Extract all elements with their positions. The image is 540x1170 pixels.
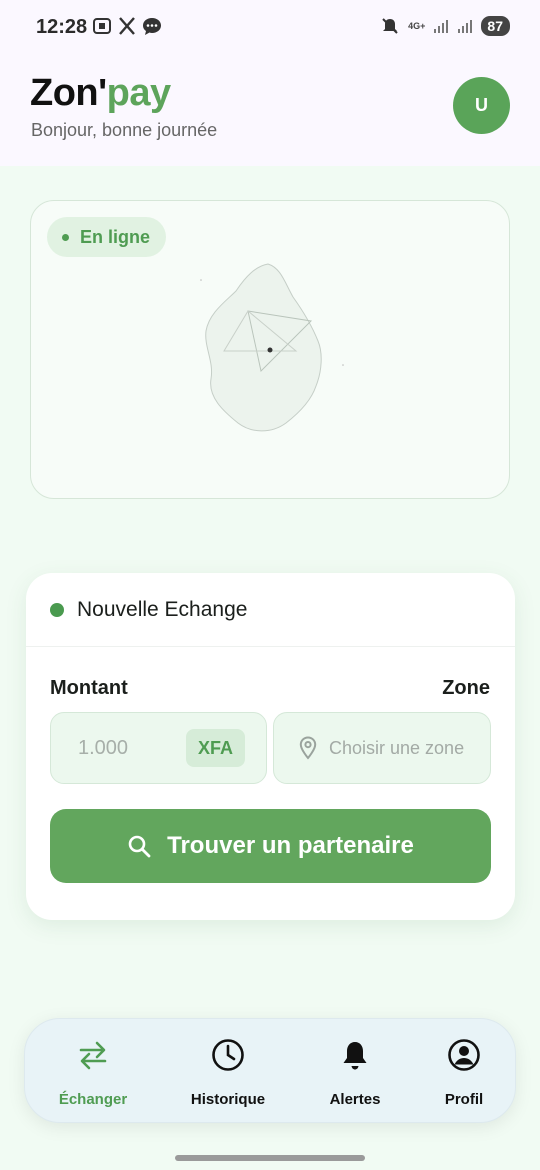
exchange-title: Nouvelle Echange [77, 598, 248, 621]
battery-icon: 87 [481, 16, 510, 36]
status-bar: 12:28 4G+ 87 [0, 0, 540, 56]
clock-icon [212, 1039, 244, 1071]
amount-label: Montant [50, 677, 128, 699]
online-status-label: En ligne [80, 227, 151, 247]
mute-icon [382, 18, 398, 34]
nav-item-historique[interactable]: Historique [189, 1037, 267, 1108]
nav-item-alertes[interactable]: Alertes [327, 1037, 383, 1108]
nav-item-profil[interactable]: Profil [439, 1037, 489, 1108]
status-time: 12:28 [36, 16, 88, 38]
nav-item-echanger[interactable]: Échanger [58, 1037, 128, 1108]
app-logo: Zon'pay [30, 72, 171, 115]
status-icons-left [92, 16, 162, 36]
exchange-arrows-icon [79, 1041, 107, 1070]
zone-label: Zone [442, 677, 490, 699]
location-pin-icon [299, 736, 317, 760]
nav-label-alertes: Alertes [329, 1091, 381, 1108]
brand-part1: Zon' [30, 72, 107, 114]
message-icon [143, 18, 161, 35]
nav-label-echanger: Échanger [58, 1091, 128, 1108]
bottom-nav: Échanger Historique Alertes Profil [24, 1018, 516, 1123]
find-partner-label: Trouver un partenaire [167, 832, 414, 859]
status-dot [50, 603, 64, 617]
header: 12:28 4G+ 87 Zon'pay Bonjour, bonne jour… [0, 0, 540, 166]
currency-badge: XFA [185, 729, 245, 767]
network-type: 4G+ [408, 20, 426, 31]
nav-label-profil: Profil [444, 1091, 484, 1108]
signal-icon [434, 20, 449, 33]
online-status-badge: En ligne [47, 217, 167, 257]
nav-label-historique: Historique [190, 1091, 266, 1108]
zone-select[interactable]: Choisir une zone [273, 712, 491, 784]
status-icons-right: 4G+ 87 [380, 16, 510, 36]
home-indicator[interactable] [175, 1155, 365, 1161]
amount-placeholder: 1.000 [78, 737, 129, 759]
avatar[interactable]: U [453, 77, 510, 134]
find-partner-button[interactable]: Trouver un partenaire [50, 809, 491, 883]
greeting-text: Bonjour, bonne journée [31, 120, 218, 140]
screenshot-icon [93, 18, 111, 34]
signal-icon [458, 20, 473, 33]
amount-input[interactable]: 1.000 XFA [50, 712, 267, 784]
brand-part2: pay [106, 72, 171, 114]
map-card[interactable]: En ligne [30, 200, 510, 499]
x-icon [119, 17, 135, 35]
search-icon [128, 835, 151, 858]
exchange-card-header: Nouvelle Echange [26, 573, 515, 647]
exchange-card: Nouvelle Echange Montant Zone 1.000 XFA … [26, 573, 515, 920]
online-dot [62, 234, 69, 241]
user-circle-icon [448, 1039, 480, 1071]
bell-icon [343, 1042, 367, 1070]
location-marker [267, 347, 273, 353]
zone-placeholder: Choisir une zone [329, 738, 465, 758]
